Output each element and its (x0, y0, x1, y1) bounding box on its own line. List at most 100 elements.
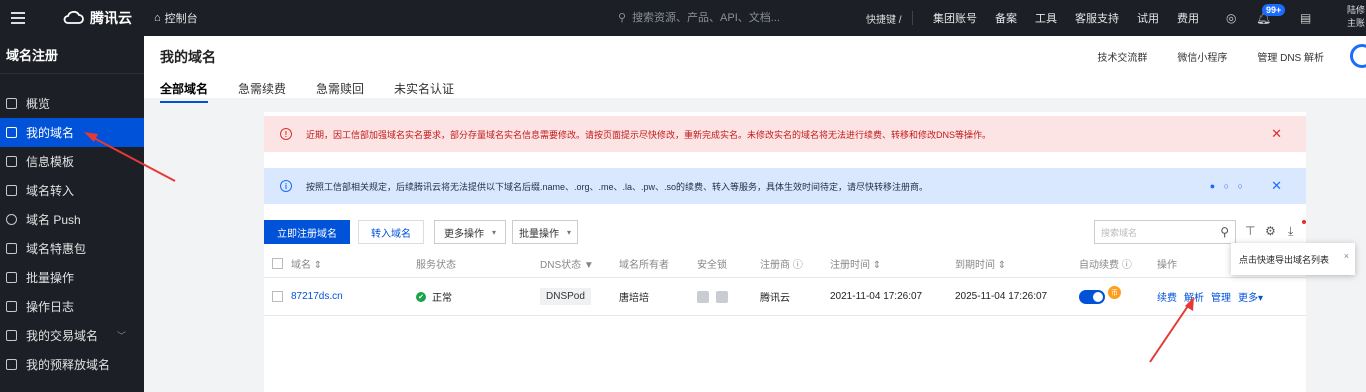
check-circle-icon: ✔ (416, 291, 426, 302)
sidebar-item-label: 域名 Push (26, 213, 81, 227)
header-domain[interactable]: 域名 ⇕ (291, 250, 322, 277)
sidebar-menu: 概览 我的域名 信息模板 域名转入 域名 Push 域名特惠包 批量操作 操作日… (0, 89, 144, 379)
close-icon[interactable]: × (1344, 251, 1349, 261)
sidebar-item-trade-domains[interactable]: 我的交易域名 ﹀ (0, 321, 144, 350)
cloud-logo-icon (63, 10, 84, 24)
auto-renew-toggle[interactable] (1079, 289, 1105, 304)
batch-actions-dropdown[interactable]: 批量操作 ▾ (512, 220, 578, 244)
nav-link-filing[interactable]: 备案 (995, 10, 1017, 26)
domain-table: 域名 ⇕ 服务状态 DNS状态 ▼ 域名所有者 安全锁 注册商 ⓘ 注册时间 ⇕… (264, 250, 1306, 316)
shortcut-label[interactable]: 快捷键 / (866, 11, 902, 26)
sidebar-item-my-domains[interactable]: 我的域名 (0, 118, 144, 147)
realname-warning-alert: ! 近期，因工信部加强域名实名要求，部分存量域名实名信息需要修改。请按页面提示尽… (264, 116, 1306, 152)
tab-renewal-needed[interactable]: 急需续费 (238, 80, 286, 103)
filter-icon[interactable]: ⊤ (1245, 224, 1255, 238)
header-security-lock: 安全锁 (697, 260, 727, 271)
expiry-time: 2025-11-04 17:26:07 (955, 291, 1048, 302)
sidebar-item-operation-logs[interactable]: 操作日志 (0, 292, 144, 321)
wechat-miniprogram-link[interactable]: 微信小程序 (1177, 49, 1227, 64)
header-expiry-time[interactable]: 到期时间 ⇕ (955, 250, 1006, 277)
register-domain-button[interactable]: 立即注册域名 (264, 220, 350, 244)
header-registrar: 注册商 ⓘ (760, 260, 803, 271)
nav-link-trial[interactable]: 试用 (1137, 10, 1159, 26)
console-home-link[interactable]: ⌂ 控制台 (154, 10, 198, 26)
close-icon[interactable]: ✕ (1271, 126, 1282, 142)
chevron-down-icon: ﹀ (116, 331, 126, 341)
header-dns-status[interactable]: DNS状态 ▼ (540, 250, 594, 277)
domain-search-input[interactable]: 搜索域名 ⚲ (1094, 220, 1236, 244)
sidebar-item-domain-transfer[interactable]: 域名转入 (0, 176, 144, 205)
unlock-icon (716, 290, 728, 303)
user-role: 主账 (1347, 18, 1366, 28)
sidebar-item-label: 操作日志 (26, 300, 75, 314)
more-link[interactable]: 更多▾ (1238, 289, 1263, 304)
header-operations: 操作 (1157, 260, 1177, 271)
row-checkbox[interactable] (272, 278, 283, 315)
header-auto-renew: 自动续费 ⓘ (1079, 260, 1132, 271)
tencent-cloud-logo[interactable]: 腾讯云 (62, 8, 132, 28)
global-search-input[interactable]: ⚲ 搜索资源、产品、API、文档... (618, 9, 780, 25)
notification-badge: 99+ (1262, 4, 1286, 16)
header-registration-time[interactable]: 注册时间 ⇕ (830, 250, 881, 277)
transfer-icon (6, 185, 17, 196)
table-row: 87217ds.cn ✔ 正常 DNSPod 唐培培 腾讯云 2021-11-04… (264, 278, 1306, 316)
transfer-domain-button[interactable]: 转入域名 (358, 220, 424, 244)
batch-actions-label: 批量操作 (518, 228, 559, 240)
sidebar-item-label: 批量操作 (26, 271, 75, 285)
gear-icon[interactable]: ⚙ (1265, 224, 1276, 238)
domain-owner: 唐培培 (619, 293, 649, 304)
search-icon: ⚲ (618, 11, 627, 24)
home-icon: ⌂ (154, 12, 161, 24)
user-account-menu[interactable]: 陆修 主账 (1347, 4, 1365, 30)
chevron-down-icon: ▾ (491, 227, 496, 237)
download-icon[interactable]: ⤓ (1288, 224, 1293, 239)
domain-list-panel: ! 近期，因工信部加强域名实名要求，部分存量域名实名信息需要修改。请按页面提示尽… (264, 112, 1306, 392)
sidebar-item-label: 信息模板 (26, 155, 75, 169)
compass-icon[interactable]: ◎ (1226, 11, 1236, 25)
renew-link[interactable]: 续费 (1157, 289, 1177, 304)
sidebar-item-batch-operations[interactable]: 批量操作 (0, 263, 144, 292)
close-icon[interactable]: ✕ (1271, 178, 1282, 194)
suffix-notice-text: 按照工信部相关规定，后续腾讯云将无法提供以下域名后缀.name、.org、.me… (306, 181, 929, 192)
domain-toolbar: 立即注册域名 转入域名 更多操作 ▾ 批量操作 ▾ 搜索域名 ⚲ ⊤ ⚙ ⤓ (264, 220, 1306, 244)
search-placeholder: 搜索资源、产品、API、文档... (632, 12, 780, 24)
sidebar-item-label: 我的交易域名 (26, 329, 99, 343)
calendar-icon[interactable]: ▤ (1300, 11, 1311, 25)
nav-link-support[interactable]: 客服支持 (1075, 10, 1119, 26)
sidebar-item-info-templates[interactable]: 信息模板 (0, 147, 144, 176)
dns-resolve-link[interactable]: 解析 (1184, 289, 1204, 304)
manage-link[interactable]: 管理 (1211, 289, 1231, 304)
help-circle-icon[interactable] (1350, 44, 1366, 68)
top-nav-bar: 腾讯云 ⌂ 控制台 ⚲ 搜索资源、产品、API、文档... 快捷键 / 集团账号… (0, 0, 1366, 36)
sidebar-title: 域名注册 (0, 36, 144, 74)
hamburger-menu-icon[interactable] (0, 0, 36, 36)
release-icon (6, 359, 17, 370)
lock-icon (697, 290, 709, 303)
more-actions-dropdown[interactable]: 更多操作 ▾ (434, 220, 506, 244)
tech-group-link[interactable]: 技术交流群 (1097, 49, 1147, 64)
registration-time: 2021-11-04 17:26:07 (830, 291, 923, 302)
domain-tabs: 全部域名 急需续费 急需赎回 未实名认证 (160, 80, 454, 103)
carousel-dots[interactable]: ● ○ ○ (1210, 181, 1246, 191)
export-tooltip-text: 点击快速导出域名列表 (1239, 254, 1330, 265)
suffix-notice-alert: i 按照工信部相关规定，后续腾讯云将无法提供以下域名后缀.name、.org、.… (264, 168, 1306, 204)
sidebar-item-overview[interactable]: 概览 (0, 89, 144, 118)
tab-redemption-needed[interactable]: 急需赎回 (316, 80, 364, 103)
sidebar-item-domain-push[interactable]: 域名 Push (0, 205, 144, 234)
tab-unverified[interactable]: 未实名认证 (394, 80, 454, 103)
logo-text: 腾讯云 (90, 10, 132, 26)
sidebar-item-pre-release-domains[interactable]: 我的预释放域名 (0, 350, 144, 379)
nav-link-billing[interactable]: 费用 (1177, 10, 1199, 26)
sidebar-item-domain-deals[interactable]: 域名特惠包 (0, 234, 144, 263)
table-header: 域名 ⇕ 服务状态 DNS状态 ▼ 域名所有者 安全锁 注册商 ⓘ 注册时间 ⇕… (264, 250, 1306, 278)
push-icon (6, 214, 17, 225)
manage-dns-link[interactable]: 管理 DNS 解析 (1257, 49, 1324, 64)
trade-icon (6, 330, 17, 341)
tab-all-domains[interactable]: 全部域名 (160, 80, 209, 103)
search-icon[interactable]: ⚲ (1220, 225, 1229, 239)
nav-link-group-account[interactable]: 集团账号 (933, 10, 977, 26)
select-all-checkbox[interactable] (272, 250, 283, 277)
nav-link-tools[interactable]: 工具 (1035, 10, 1057, 26)
domain-name-link[interactable]: 87217ds.cn (291, 278, 343, 315)
chevron-down-icon: ▾ (566, 227, 571, 237)
